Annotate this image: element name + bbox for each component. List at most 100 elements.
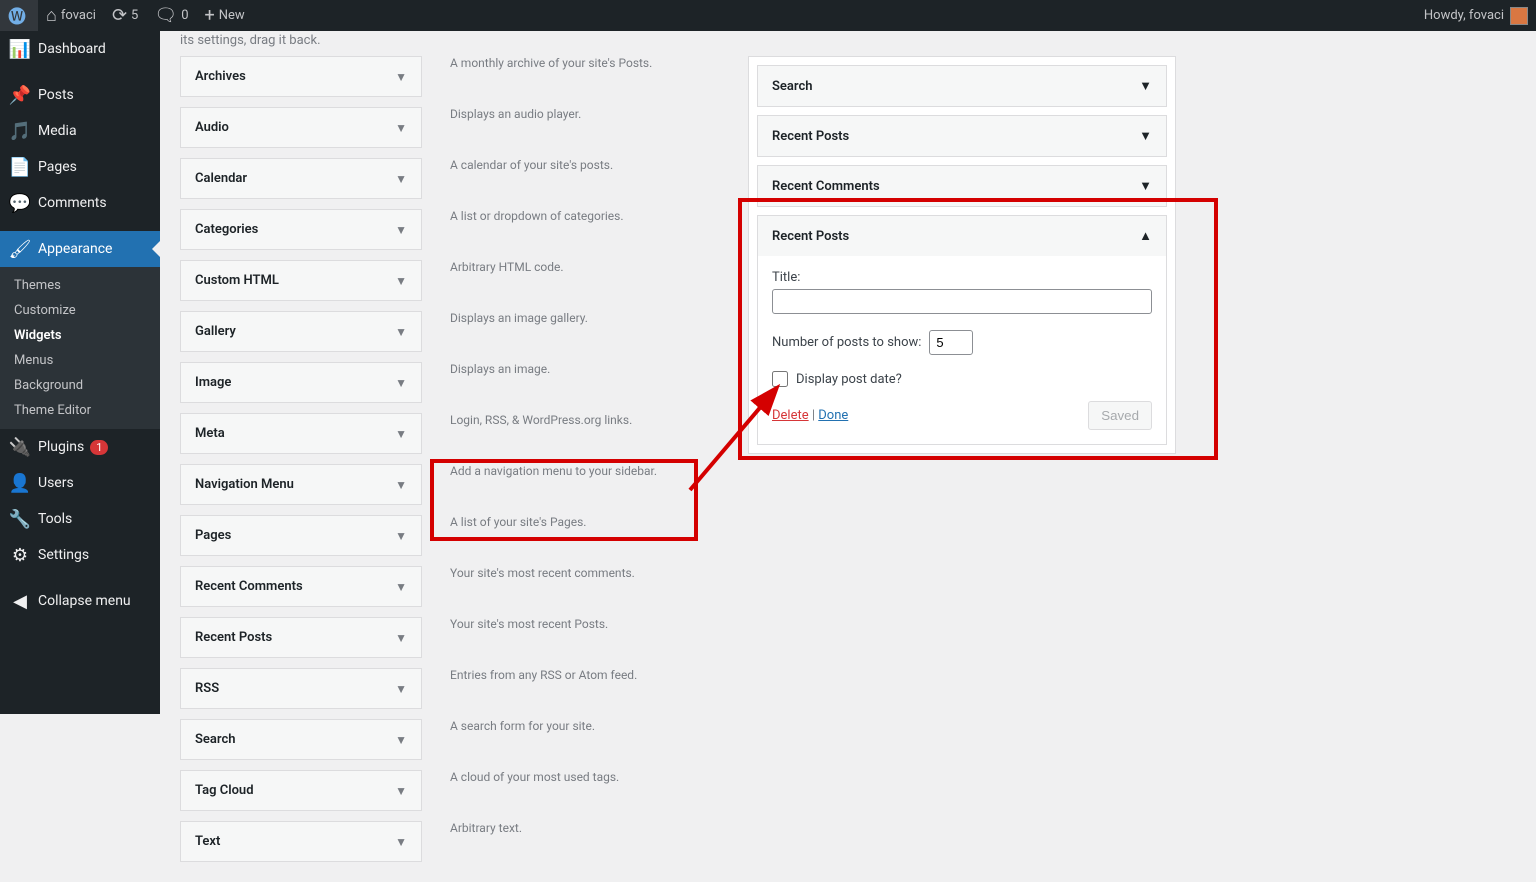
chevron-down-icon: ▼ <box>395 529 407 543</box>
new-label: New <box>219 8 245 23</box>
appearance-submenu: Themes Customize Widgets Menus Backgroun… <box>0 267 160 429</box>
widget-title: Meta <box>195 426 225 441</box>
wp-logo[interactable]: 🅦 <box>0 0 38 31</box>
display-date-checkbox[interactable] <box>772 371 788 387</box>
widget-title: Tag Cloud <box>195 783 254 798</box>
delete-link[interactable]: Delete <box>772 408 809 423</box>
widget-title: Calendar <box>195 171 247 186</box>
refresh-icon: ⟳ <box>112 5 127 26</box>
sidebar-item-users[interactable]: 👤Users <box>0 465 160 501</box>
num-label: Number of posts to show: <box>772 335 921 350</box>
available-widget[interactable]: Pages ▼ <box>180 515 422 556</box>
sidebar-item-pages[interactable]: 📄Pages <box>0 149 160 185</box>
intro-text: its settings, drag it back. <box>180 31 1516 56</box>
chevron-down-icon: ▼ <box>395 784 407 798</box>
sub-customize[interactable]: Customize <box>0 298 160 323</box>
admin-sidebar: 📊 Dashboard 📌Posts 🎵Media 📄Pages 💬 Comment… <box>0 31 160 714</box>
sidebar-item-posts[interactable]: 📌Posts <box>0 77 160 113</box>
widget-open-title: Recent Posts <box>772 229 849 244</box>
chevron-down-icon: ▼ <box>395 274 407 288</box>
sidebar-item-dashboard[interactable]: 📊 Dashboard <box>0 31 160 67</box>
sidebar-item-media[interactable]: 🎵Media <box>0 113 160 149</box>
widget-title: RSS <box>195 681 219 696</box>
sub-theme-editor[interactable]: Theme Editor <box>0 398 160 423</box>
available-widget[interactable]: Categories ▼ <box>180 209 422 250</box>
comments-link[interactable]: 🗨0 <box>146 0 196 31</box>
available-widget[interactable]: Calendar ▼ <box>180 158 422 199</box>
sidebar-label: Dashboard <box>38 41 106 57</box>
brush-icon: 🖌 <box>10 239 30 259</box>
available-widget[interactable]: Recent Comments▼ <box>180 566 422 607</box>
sub-menus[interactable]: Menus <box>0 348 160 373</box>
sidebar-collapse[interactable]: ◀Collapse menu <box>0 583 160 619</box>
available-widget[interactable]: Archives▼ <box>180 56 422 97</box>
chevron-down-icon: ▼ <box>395 121 407 135</box>
sidebar-item-plugins[interactable]: 🔌Plugins1 <box>0 429 160 465</box>
widget-title: Text <box>195 834 220 849</box>
available-widget[interactable]: Audio▼ <box>180 107 422 148</box>
widget-desc: Displays an image. <box>446 362 688 403</box>
chevron-down-icon: ▼ <box>395 325 407 339</box>
new-content-link[interactable]: + New <box>197 0 253 31</box>
widget-drop-area: Search▼ Recent Posts▼ Recent Comments▼ Rec… <box>748 56 1176 454</box>
available-widget[interactable]: RSS▼ <box>180 668 422 709</box>
widget-title: Image <box>195 375 231 390</box>
chevron-down-icon: ▼ <box>395 223 407 237</box>
sidebar-item-settings[interactable]: ⚙Settings <box>0 537 160 573</box>
main-content: its settings, drag it back. Archives▼A m… <box>160 31 1536 882</box>
sidebar-item-appearance[interactable]: 🖌Appearance <box>0 231 160 267</box>
available-widget[interactable]: Navigation Menu▼ <box>180 464 422 505</box>
updates-link[interactable]: ⟳5 <box>104 0 146 31</box>
done-link[interactable]: Done <box>818 408 848 423</box>
updates-count: 5 <box>131 8 138 23</box>
widget-title: Recent Posts <box>195 630 272 645</box>
display-date-label: Display post date? <box>796 372 902 387</box>
plus-icon: + <box>205 5 215 26</box>
widget-desc: A calendar of your site's posts. <box>446 158 688 199</box>
sub-widgets[interactable]: Widgets <box>0 323 160 348</box>
site-name-link[interactable]: ⌂fovaci <box>38 0 104 31</box>
pin-icon: 📌 <box>10 85 30 105</box>
widget-desc: Login, RSS, & WordPress.org links. <box>446 413 688 454</box>
available-widget[interactable]: Search▼ <box>180 719 422 760</box>
available-widget[interactable]: Tag Cloud ▼ <box>180 770 422 811</box>
available-widget[interactable]: Text▼ <box>180 821 422 862</box>
chevron-down-icon: ▼ <box>395 427 407 441</box>
sub-themes[interactable]: Themes <box>0 273 160 298</box>
available-widget[interactable]: Gallery▼ <box>180 311 422 352</box>
available-widget[interactable]: Recent Posts▼ <box>180 617 422 658</box>
sidebar-item-tools[interactable]: 🔧Tools <box>0 501 160 537</box>
available-widget[interactable]: Image▼ <box>180 362 422 403</box>
comments-count: 0 <box>181 8 188 23</box>
dropzone-widget-closed[interactable]: Recent Posts▼ <box>757 115 1167 157</box>
num-input[interactable] <box>929 330 973 355</box>
chevron-down-icon: ▼ <box>395 172 407 186</box>
title-input[interactable] <box>772 289 1152 314</box>
widget-title: Archives <box>195 69 246 84</box>
drop-container[interactable]: Search▼ Recent Posts▼ Recent Comments▼ Rec… <box>748 56 1176 454</box>
sidebar-label: Collapse menu <box>38 593 131 609</box>
widget-open-header[interactable]: Recent Posts ▲ <box>758 216 1166 256</box>
title-label: Title: <box>772 270 1152 285</box>
howdy-link[interactable]: Howdy, fovaci <box>1416 0 1536 31</box>
saved-button: Saved <box>1088 401 1152 430</box>
comment-icon: 💬 <box>10 193 30 213</box>
dropzone-widget-closed[interactable]: Recent Comments▼ <box>757 165 1167 207</box>
available-widgets: Archives▼A monthly archive of your site'… <box>180 56 688 862</box>
sidebar-label: Comments <box>38 195 107 211</box>
widget-title: Categories <box>195 222 258 237</box>
available-widget[interactable]: Custom HTML▼ <box>180 260 422 301</box>
sidebar-label: Settings <box>38 547 89 563</box>
sidebar-item-comments[interactable]: 💬 Comments <box>0 185 160 221</box>
sub-background[interactable]: Background <box>0 373 160 398</box>
chevron-down-icon: ▼ <box>395 580 407 594</box>
widget-desc: A list or dropdown of categories. <box>446 209 688 250</box>
dropzone-widget-closed[interactable]: Search▼ <box>757 65 1167 107</box>
widget-title: Pages <box>195 528 231 543</box>
available-widget[interactable]: Meta ▼ <box>180 413 422 454</box>
user-icon: 👤 <box>10 473 30 493</box>
widget-desc: Add a navigation menu to your sidebar. <box>446 464 688 505</box>
dashboard-icon: 📊 <box>10 39 30 59</box>
widget-desc: A monthly archive of your site's Posts. <box>446 56 688 97</box>
chevron-down-icon: ▼ <box>395 733 407 747</box>
